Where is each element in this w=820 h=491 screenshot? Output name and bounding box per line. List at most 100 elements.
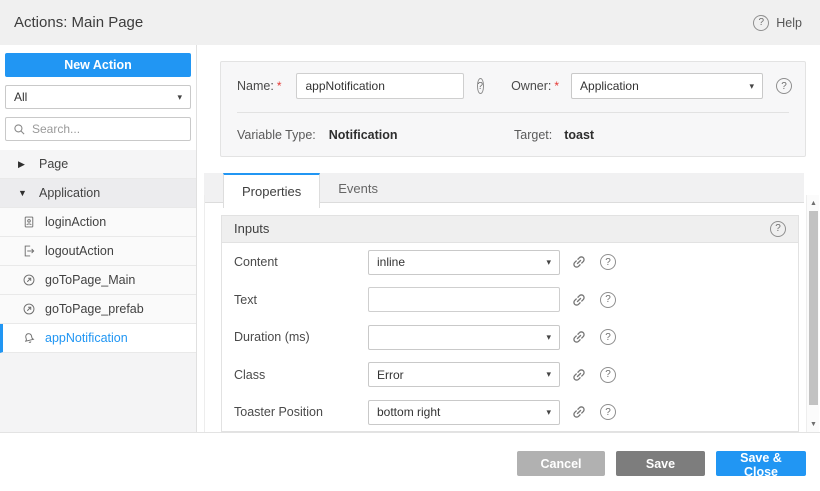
chevron-down-icon: ▾	[546, 332, 551, 343]
chevron-down-icon: ▾	[546, 369, 551, 380]
inputs-panel-body: Content inline ▾ ? Text	[222, 243, 798, 432]
tree-item-label: appNotification	[45, 331, 128, 345]
name-label: Name:*	[237, 79, 282, 93]
field-help-icon[interactable]: ?	[600, 254, 616, 270]
required-marker: *	[277, 79, 282, 93]
bind-link-icon[interactable]	[571, 329, 587, 345]
tab-properties[interactable]: Properties	[223, 173, 320, 208]
actions-tree: ▶ Page ▼ Application loginAction	[0, 150, 196, 353]
owner-help-icon[interactable]: ?	[776, 78, 792, 94]
save-button[interactable]: Save	[616, 451, 705, 476]
tree-node-page[interactable]: ▶ Page	[0, 150, 196, 179]
tree-node-label: Application	[39, 186, 100, 200]
tree-item-label: logoutAction	[45, 244, 114, 258]
navigate-icon	[22, 273, 36, 287]
bind-link-icon[interactable]	[571, 254, 587, 270]
inputs-panel-header: Inputs ?	[222, 216, 798, 243]
field-label: Duration (ms)	[234, 330, 368, 344]
content-select[interactable]: inline ▾	[368, 250, 560, 275]
field-row-content: Content inline ▾ ?	[222, 244, 798, 282]
variable-type-value: Notification	[329, 128, 398, 142]
filter-select[interactable]: All ▾	[5, 85, 191, 109]
variable-type-group: Variable Type: Notification	[237, 128, 514, 142]
name-help-icon[interactable]: ?	[477, 78, 485, 94]
field-help-icon[interactable]: ?	[600, 367, 616, 383]
field-help-icon[interactable]: ?	[600, 404, 616, 420]
owner-select[interactable]: Application ▾	[571, 73, 763, 99]
meta-row: Variable Type: Notification Target: toas…	[237, 128, 789, 142]
class-select[interactable]: Error ▾	[368, 362, 560, 387]
target-label: Target:	[514, 128, 552, 142]
dialog-header: Actions: Main Page ? Help	[0, 0, 820, 45]
bind-link-icon[interactable]	[571, 404, 587, 420]
tree-item-label: goToPage_Main	[45, 273, 135, 287]
tree-item-loginaction[interactable]: loginAction	[0, 208, 196, 237]
notification-icon	[22, 331, 36, 345]
field-help-icon[interactable]: ?	[600, 329, 616, 345]
filter-select-value: All	[14, 90, 27, 104]
help-button[interactable]: ? Help	[753, 15, 802, 31]
chevron-down-icon: ▾	[750, 81, 755, 92]
help-label: Help	[776, 16, 802, 30]
help-icon: ?	[753, 15, 769, 31]
search-box	[5, 117, 191, 141]
navigate-icon	[22, 302, 36, 316]
name-field[interactable]	[296, 73, 464, 99]
search-input[interactable]	[32, 122, 187, 136]
login-icon	[22, 215, 36, 229]
owner-select-value: Application	[580, 79, 639, 93]
field-row-duration: Duration (ms) ▾ ?	[222, 319, 798, 357]
inputs-panel-title: Inputs	[234, 221, 269, 236]
tree-node-application[interactable]: ▼ Application	[0, 179, 196, 208]
field-label: Class	[234, 368, 368, 382]
field-help-icon[interactable]: ?	[600, 292, 616, 308]
page-title: Actions: Main Page	[14, 14, 143, 31]
field-label: Text	[234, 293, 368, 307]
required-marker: *	[554, 79, 559, 93]
target-value: toast	[564, 128, 594, 142]
name-owner-row: Name:* ? Owner:* Application ▾ ?	[237, 73, 789, 99]
logout-icon	[22, 244, 36, 258]
chevron-down-icon: ▾	[177, 92, 182, 103]
field-label: Toaster Position	[234, 405, 368, 419]
dialog-footer: Cancel Save Save & Close	[0, 432, 820, 491]
chevron-down-icon: ▾	[546, 407, 551, 418]
scroll-up-icon[interactable]: ▲	[807, 197, 820, 209]
tree-item-logoutaction[interactable]: logoutAction	[0, 237, 196, 266]
sidebar-controls: New Action All ▾	[0, 45, 196, 150]
chevron-down-icon: ▾	[546, 257, 551, 268]
variable-type-label: Variable Type:	[237, 128, 316, 142]
save-close-button[interactable]: Save & Close	[716, 451, 806, 476]
field-label: Content	[234, 255, 368, 269]
cancel-button[interactable]: Cancel	[517, 451, 605, 476]
text-field[interactable]	[368, 287, 560, 312]
properties-scrollbar[interactable]: ▲ ▼	[806, 195, 819, 432]
target-group: Target: toast	[514, 128, 594, 142]
properties-tab-content: Inputs ? Content inline ▾ ?	[204, 195, 804, 432]
bind-link-icon[interactable]	[571, 292, 587, 308]
duration-select[interactable]: ▾	[368, 325, 560, 350]
content-select-value: inline	[377, 255, 405, 269]
new-action-button[interactable]: New Action	[5, 53, 191, 77]
field-row-toaster-position: Toaster Position bottom right ▾ ?	[222, 394, 798, 432]
tree-node-label: Page	[39, 157, 68, 171]
bind-link-icon[interactable]	[571, 367, 587, 383]
toaster-position-select-value: bottom right	[377, 405, 440, 419]
toaster-position-select[interactable]: bottom right ▾	[368, 400, 560, 425]
scroll-down-icon[interactable]: ▼	[807, 418, 820, 430]
scrollbar-thumb[interactable]	[809, 211, 818, 405]
inputs-help-icon[interactable]: ?	[770, 221, 786, 237]
sidebar-filler	[0, 353, 196, 432]
tree-item-appnotification[interactable]: appNotification	[0, 324, 196, 353]
tree-item-label: goToPage_prefab	[45, 302, 144, 316]
summary-divider	[237, 112, 789, 113]
tree-item-label: loginAction	[45, 215, 106, 229]
field-row-text: Text ?	[222, 281, 798, 319]
actions-dialog: Actions: Main Page ? Help New Action All…	[0, 0, 820, 491]
field-row-class: Class Error ▾ ?	[222, 356, 798, 394]
action-detail-panel: Name:* ? Owner:* Application ▾ ?	[198, 45, 820, 432]
collapsed-arrow-icon: ▶	[18, 159, 28, 170]
tree-item-gotopage-main[interactable]: goToPage_Main	[0, 266, 196, 295]
tree-item-gotopage-prefab[interactable]: goToPage_prefab	[0, 295, 196, 324]
inputs-panel: Inputs ? Content inline ▾ ?	[221, 215, 799, 432]
